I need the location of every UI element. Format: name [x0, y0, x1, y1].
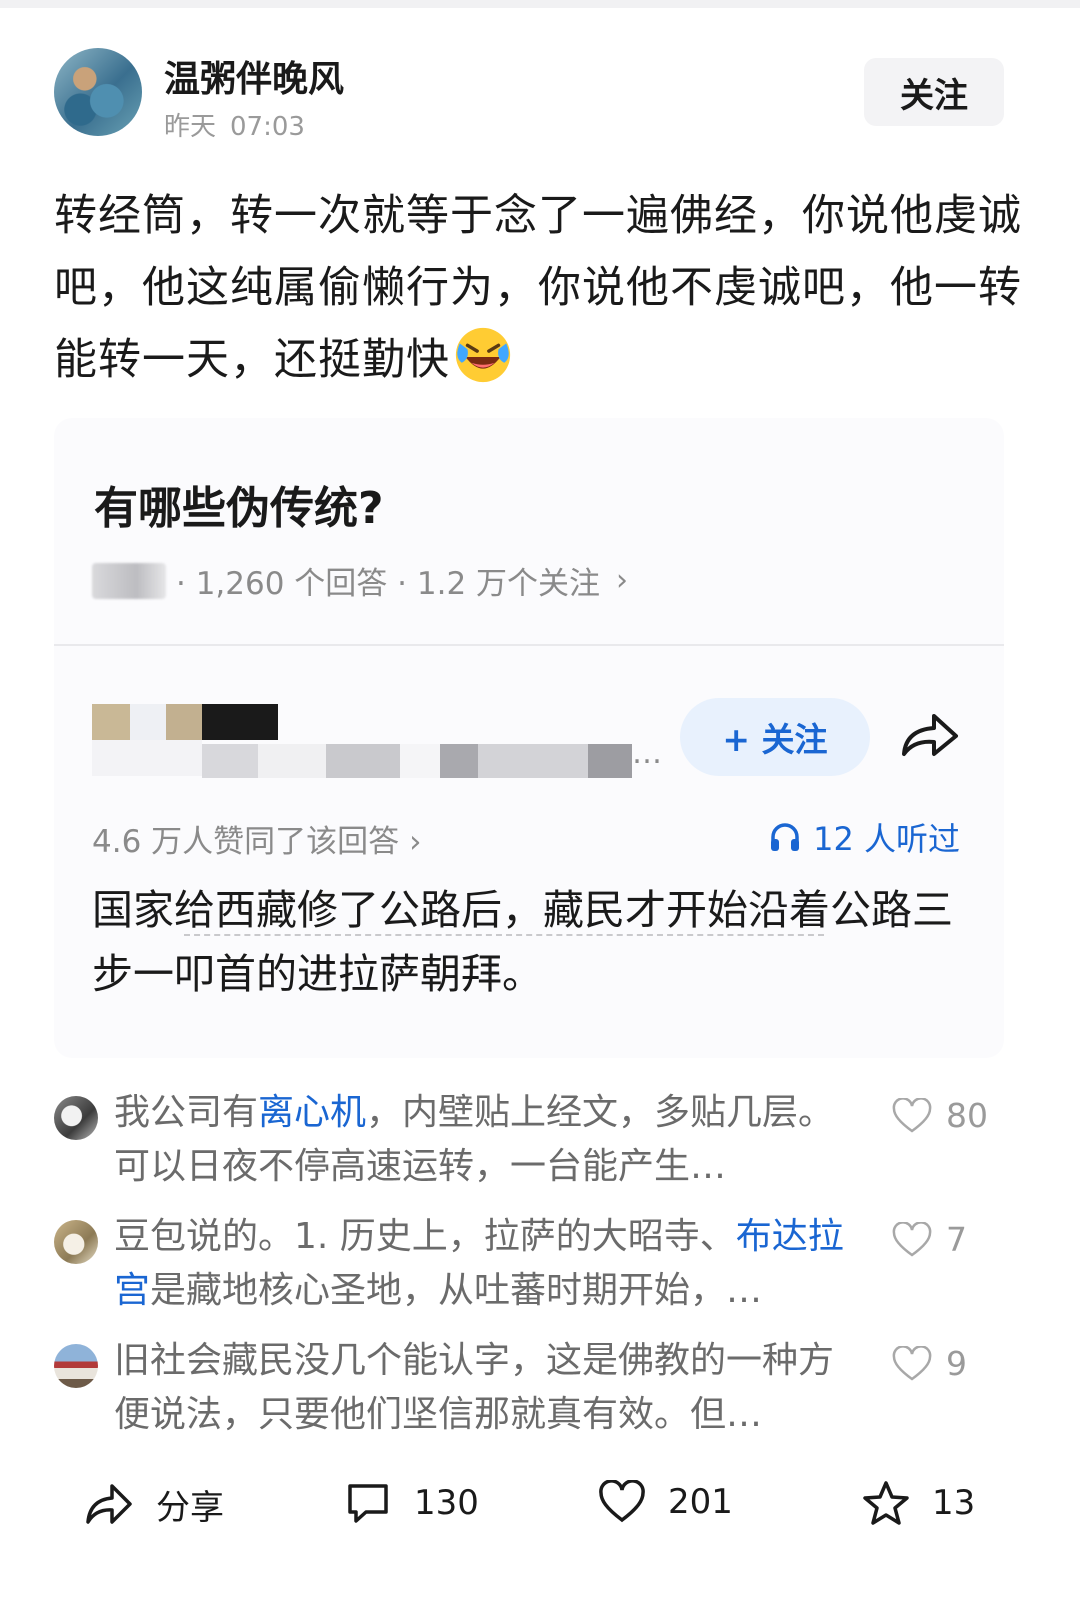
comment-item[interactable]: 我公司有离心机，内壁贴上经文，多贴几层。可以日夜不停高速运转，一台能产生… 80: [54, 1092, 1024, 1204]
post-body-text: 转经筒，转一次就等于念了一遍佛经，你说他虔诚吧，他这纯属偷懒行为，你说他不虔诚吧…: [54, 191, 1022, 385]
star-icon: [863, 1481, 909, 1525]
comment-text-part: 是藏地核心圣地，从吐蕃时期开始，…: [150, 1270, 763, 1311]
chevron-right-icon: ›: [409, 824, 422, 860]
question-stats: · 1,260 个回答 · 1.2 万个关注: [176, 566, 601, 602]
post-body: 转经筒，转一次就等于念了一遍佛经，你说他虔诚吧，他这纯属偷懒行为，你说他不虔诚吧…: [54, 180, 1024, 396]
headphones-icon: [771, 823, 800, 851]
comment-like-count: 7: [946, 1220, 967, 1259]
post-time: 昨天 07:03: [164, 106, 319, 143]
quoted-answer-card[interactable]: 有哪些伪传统? · 1,260 个回答 · 1.2 万个关注 › … + 关注 …: [54, 418, 1004, 1058]
comment-button[interactable]: 130: [344, 1480, 479, 1526]
listen-count[interactable]: 12 人听过: [769, 814, 960, 860]
listen-text: 12 人听过: [813, 820, 960, 858]
comment-item[interactable]: 豆包说的。1. 历史上，拉萨的大昭寺、布达拉宫是藏地核心圣地，从吐蕃时期开始，……: [54, 1216, 1024, 1328]
bottom-action-bar: 分享 130 201 13: [0, 1470, 1080, 1540]
comment-like-count: 80: [946, 1096, 988, 1135]
comment-like-button[interactable]: 7: [892, 1220, 967, 1259]
comment-like-button[interactable]: 9: [892, 1344, 967, 1383]
heart-icon: [892, 1345, 932, 1381]
answerer-follow-button[interactable]: + 关注: [680, 698, 870, 776]
chevron-right-icon: ›: [616, 563, 629, 598]
share-button[interactable]: 分享: [84, 1480, 224, 1529]
post-time-clock: 07:03: [230, 112, 305, 142]
commenter-avatar[interactable]: [54, 1096, 98, 1140]
like-count: 201: [668, 1482, 733, 1522]
blurred-topic: [92, 562, 166, 599]
comment-like-count: 9: [946, 1344, 967, 1383]
comment-text-part: 旧社会藏民没几个能认字，这是佛教的一种方便说法，只要他们坚信那就真有效。但…: [114, 1340, 835, 1435]
comment-text: 旧社会藏民没几个能认字，这是佛教的一种方便说法，只要他们坚信那就真有效。但…: [114, 1334, 844, 1442]
like-button[interactable]: 201: [598, 1480, 733, 1524]
answer-excerpt[interactable]: 国家给西藏修了公路后，藏民才开始沿着公路三步一叩首的进拉萨朝拜。: [92, 878, 972, 1006]
comment-text: 豆包说的。1. 历史上，拉萨的大昭寺、布达拉宫是藏地核心圣地，从吐蕃时期开始，…: [114, 1210, 844, 1318]
heart-icon: [892, 1221, 932, 1257]
comment-text-part: 豆包说的。1. 历史上，拉萨的大昭寺、: [114, 1216, 736, 1257]
dashed-underline: [184, 934, 824, 936]
author-avatar[interactable]: [54, 48, 142, 136]
comment-text: 我公司有离心机，内壁贴上经文，多贴几层。可以日夜不停高速运转，一台能产生…: [114, 1086, 844, 1194]
comment-text-part: 我公司有: [114, 1092, 259, 1133]
name-ellipsis: …: [632, 736, 662, 771]
share-arrow-icon[interactable]: [896, 708, 962, 764]
favorite-count: 13: [932, 1483, 976, 1523]
top-strip: [0, 0, 1080, 8]
commenter-avatar[interactable]: [54, 1344, 98, 1388]
commenter-avatar[interactable]: [54, 1220, 98, 1264]
agree-text: 4.6 万人赞同了该回答: [92, 824, 400, 860]
comment-link[interactable]: 离心机: [258, 1092, 366, 1133]
question-title[interactable]: 有哪些伪传统?: [94, 472, 384, 536]
heart-icon: [599, 1480, 645, 1523]
comment-like-button[interactable]: 80: [892, 1096, 988, 1135]
follow-button[interactable]: 关注: [864, 58, 1004, 126]
share-label: 分享: [156, 1488, 224, 1528]
divider: [54, 644, 1004, 646]
laughing-crying-emoji-icon: [455, 327, 511, 383]
author-name[interactable]: 温粥伴晚风: [164, 50, 344, 102]
post-time-day: 昨天: [164, 112, 217, 142]
comment-item[interactable]: 旧社会藏民没几个能认字，这是佛教的一种方便说法，只要他们坚信那就真有效。但… 9: [54, 1340, 1024, 1452]
agree-count[interactable]: 4.6 万人赞同了该回答 ›: [92, 816, 422, 861]
heart-icon: [892, 1097, 932, 1133]
blurred-answerer-name: …: [202, 736, 662, 778]
favorite-button[interactable]: 13: [862, 1480, 975, 1526]
comment-count: 130: [414, 1483, 479, 1523]
share-icon: [86, 1483, 132, 1524]
question-meta[interactable]: · 1,260 个回答 · 1.2 万个关注 ›: [92, 558, 628, 603]
comment-bubble-icon: [348, 1484, 388, 1523]
